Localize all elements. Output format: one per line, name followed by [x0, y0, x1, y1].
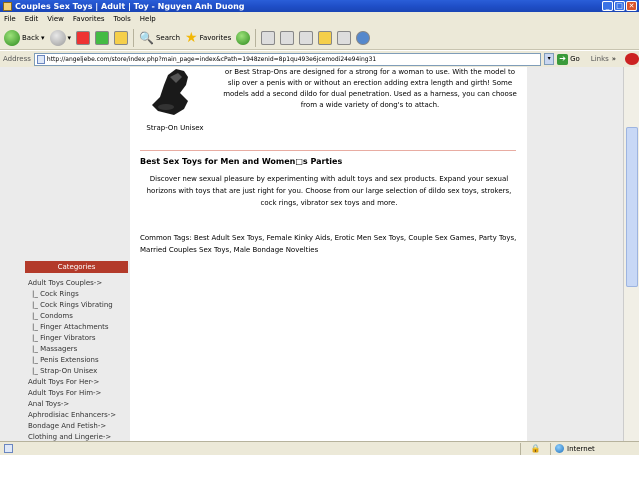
category-link[interactable]: Adult Toys For Her-> [28, 377, 128, 388]
zone-label: Internet [567, 444, 595, 453]
security-icon: 🔒 [530, 444, 541, 453]
minimize-button[interactable]: _ [602, 1, 613, 11]
status-text-area [0, 444, 520, 453]
chevron-right-icon[interactable]: » [612, 55, 616, 63]
strap-on-product-image[interactable] [146, 67, 200, 117]
stop-icon[interactable] [76, 30, 91, 45]
toolbar-separator [255, 28, 257, 47]
main-content: Strap-On Unisex or Best Strap-Ons are de… [130, 67, 527, 441]
page-done-icon [4, 444, 13, 453]
chevron-down-icon: ▾ [41, 33, 45, 42]
category-link[interactable]: Clothing and Lingerie-> [28, 432, 128, 441]
category-link[interactable]: Anal Toys-> [28, 399, 128, 410]
category-link[interactable]: |_ Cock Rings Vibrating [28, 300, 128, 311]
search-button[interactable]: 🔍 Search [139, 29, 180, 47]
right-column [527, 67, 623, 441]
scrollbar-thumb[interactable] [626, 127, 638, 287]
categories-header: Categories [25, 261, 128, 273]
title-bar: Couples Sex Toys | Adult | Toy - Nguyen … [0, 0, 639, 12]
print-icon[interactable] [280, 30, 295, 45]
refresh-icon[interactable] [95, 30, 110, 45]
common-tags: Common Tags: Best Adult Sex Toys, Female… [140, 234, 517, 254]
address-dropdown-button[interactable]: ▾ [544, 53, 555, 65]
status-bar: 🔒 Internet [0, 441, 639, 455]
window-title: Couples Sex Toys | Adult | Toy - Nguyen … [15, 1, 245, 11]
category-link[interactable]: |_ Penis Extensions [28, 355, 128, 366]
category-link[interactable]: |_ Strap-On Unisex [28, 366, 128, 377]
menu-tools[interactable]: Tools [114, 15, 131, 23]
toolbar-separator [133, 28, 135, 47]
toolbar: Back ▾ ▾ 🔍 Search ★ Favorites [0, 26, 639, 50]
vertical-scrollbar[interactable] [623, 67, 639, 441]
desktop-strip [0, 455, 639, 479]
product-description: or Best Strap-Ons are designed for a str… [223, 68, 517, 109]
category-link[interactable]: Bondage And Fetish-> [28, 421, 128, 432]
address-input[interactable]: http://angeljebe.com/store/index.php?mai… [33, 52, 542, 66]
folder-icon[interactable] [318, 30, 333, 45]
mail-icon[interactable] [261, 30, 276, 45]
menu-view[interactable]: View [47, 15, 64, 23]
search-icon: 🔍 [139, 30, 154, 45]
back-button[interactable]: Back ▾ [4, 29, 45, 47]
category-link[interactable]: Aphrodisiac Enhancers-> [28, 410, 128, 421]
discuss-icon[interactable] [337, 30, 352, 45]
window-controls: _ □ ✕ [602, 1, 637, 11]
category-link[interactable]: |_ Massagers [28, 344, 128, 355]
category-link[interactable]: Adult Toys For Him-> [28, 388, 128, 399]
go-button[interactable]: ➔ Go [557, 53, 580, 65]
go-label: Go [570, 55, 580, 63]
address-url: http://angeljebe.com/store/index.php?mai… [46, 55, 377, 63]
product-caption[interactable]: Strap-On Unisex [135, 124, 215, 132]
menu-bar: File Edit View Favorites Tools Help [0, 12, 639, 26]
go-arrow-icon: ➔ [557, 53, 569, 65]
page-viewport: Strap-On Unisex or Best Strap-Ons are de… [0, 67, 639, 441]
section-divider [140, 150, 516, 151]
links-button[interactable]: Links [591, 55, 609, 63]
address-label: Address [3, 55, 31, 63]
category-link[interactable]: |_ Finger Vibrators [28, 333, 128, 344]
maximize-button[interactable]: □ [614, 1, 625, 11]
close-button[interactable]: ✕ [626, 1, 637, 11]
category-link[interactable]: |_ Finger Attachments [28, 322, 128, 333]
toolbar-extension-icon[interactable] [625, 53, 639, 65]
edit-icon[interactable] [299, 30, 314, 45]
search-label: Search [155, 33, 181, 42]
chevron-down-icon: ▾ [67, 33, 72, 42]
category-link[interactable]: Adult Toys Couples-> [28, 278, 128, 289]
favorites-button[interactable]: ★ Favorites [185, 29, 231, 47]
menu-help[interactable]: Help [140, 15, 156, 23]
page-icon [36, 54, 45, 64]
globe-icon [555, 444, 564, 453]
forward-button[interactable]: ▾ [49, 29, 72, 47]
status-security-area: 🔒 [520, 442, 550, 455]
status-zone: Internet [550, 442, 639, 455]
back-label: Back [22, 33, 39, 42]
favorites-label: Favorites [199, 33, 232, 42]
category-link[interactable]: |_ Cock Rings [28, 289, 128, 300]
history-icon[interactable] [236, 30, 251, 45]
menu-edit[interactable]: Edit [25, 15, 39, 23]
star-icon: ★ [185, 29, 198, 46]
categories-list: Adult Toys Couples-> |_ Cock Rings |_ Co… [28, 278, 128, 441]
back-arrow-icon [4, 29, 20, 46]
browser-icon [3, 1, 12, 11]
home-icon[interactable] [114, 30, 129, 45]
section-body: Discover new sexual pleasure by experime… [146, 175, 512, 207]
forward-arrow-icon [49, 29, 66, 46]
menu-favorites[interactable]: Favorites [73, 15, 105, 23]
messenger-icon[interactable] [356, 30, 371, 45]
category-link[interactable]: |_ Condoms [28, 311, 128, 322]
menu-file[interactable]: File [4, 15, 16, 23]
section-title: Best Sex Toys for Men and Women□s Partie… [140, 157, 343, 166]
address-bar: Address http://angeljebe.com/store/index… [0, 51, 639, 67]
